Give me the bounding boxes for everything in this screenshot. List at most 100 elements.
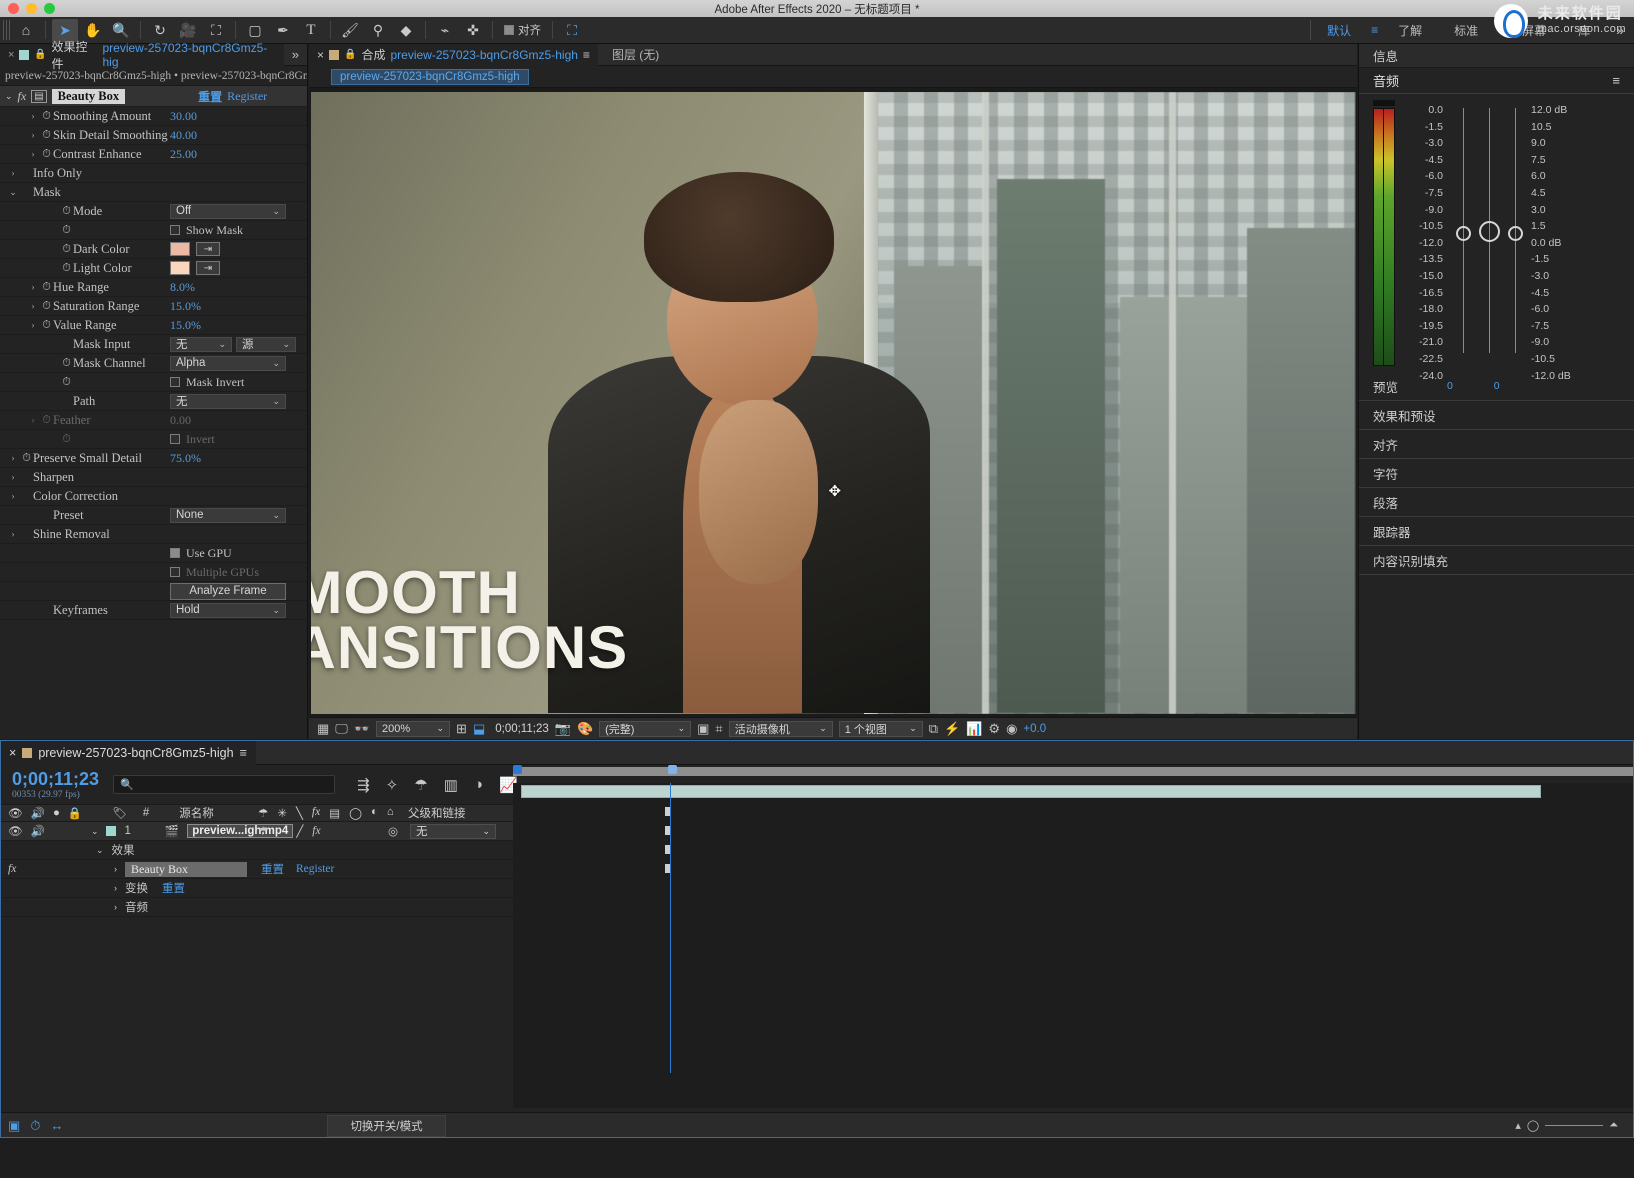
composition-breadcrumb[interactable]: preview-257023-bqnCr8Gmz5-high <box>331 69 529 85</box>
stopwatch-icon[interactable]: ⏱ <box>40 319 53 332</box>
composition-stage[interactable]: ✥ MOOTH ANSITIONS <box>309 88 1357 717</box>
property-value[interactable]: 15.0% <box>170 318 201 333</box>
toggle-switches-modes-icon[interactable]: ▣ <box>8 1118 20 1134</box>
lock-icon[interactable]: 🔒 <box>34 49 46 60</box>
panel-tab-效果和预设[interactable]: 效果和预设 <box>1359 401 1634 430</box>
show-channel-icon[interactable]: 🎨 <box>577 721 593 737</box>
comp-tab-menu-icon[interactable]: ≡ <box>583 48 590 62</box>
checkbox-icon[interactable] <box>170 548 180 558</box>
frame-render-time-icon[interactable]: ⏱ <box>30 1118 40 1134</box>
effect-property-row[interactable]: ›⏱Preserve Small Detail75.0% <box>0 449 307 468</box>
color-swatch[interactable] <box>170 261 190 275</box>
chevron-right-icon[interactable]: › <box>114 883 117 893</box>
property-value[interactable]: 30.00 <box>170 109 197 124</box>
audio-knob-right[interactable] <box>1508 226 1523 241</box>
panel-tab-跟踪器[interactable]: 跟踪器 <box>1359 517 1634 546</box>
checkbox-icon[interactable] <box>170 377 180 387</box>
effect-property-row[interactable]: ⏱ModeOff⌄ <box>0 202 307 221</box>
eraser-tool-icon[interactable]: ◆ <box>393 19 419 42</box>
video-toggle-icon[interactable]: 👁 <box>8 824 23 838</box>
property-group-name[interactable]: Beauty Box <box>125 862 247 877</box>
property-select[interactable]: 无⌄ <box>170 394 286 409</box>
take-snapshot-icon[interactable]: 📷 <box>555 721 571 737</box>
close-icon[interactable]: × <box>317 48 324 62</box>
magnification-select[interactable]: 200% ⌄ <box>376 721 450 737</box>
effect-property-row[interactable]: Path无⌄ <box>0 392 307 411</box>
layer-clip-bar[interactable] <box>521 785 1541 798</box>
audio-level-values[interactable]: 0 0 <box>1447 380 1527 392</box>
tab-info[interactable]: 信息 <box>1359 44 1634 68</box>
workspace-standard[interactable]: 标准 <box>1438 22 1494 39</box>
effect-property-row[interactable]: ›⏱Hue Range8.0% <box>0 278 307 297</box>
stopwatch-icon[interactable]: ⏱ <box>60 243 73 256</box>
anchor-point-icon[interactable]: ✥ <box>829 482 842 500</box>
zoom-slider-knob[interactable]: ◯ <box>1527 1119 1539 1132</box>
property-value[interactable]: 40.00 <box>170 128 197 143</box>
vu-meter-clip-indicator[interactable] <box>1373 100 1395 106</box>
effect-register-link[interactable]: Register <box>227 89 267 104</box>
shape-tool-icon[interactable]: ▢ <box>242 19 268 42</box>
chevron-right-icon[interactable]: › <box>6 472 20 482</box>
eyedropper-icon[interactable]: ⇥ <box>196 261 220 275</box>
exposure-icon[interactable]: ◉ <box>1006 721 1017 737</box>
toggle-guides-icon[interactable]: ⌗ <box>715 721 722 737</box>
chevron-right-icon[interactable]: › <box>6 453 20 463</box>
effect-property-row[interactable]: ›⏱Saturation Range15.0% <box>0 297 307 316</box>
roto-brush-tool-icon[interactable]: ⌁ <box>432 19 458 42</box>
toggle-mask-icon[interactable]: ▣ <box>697 721 709 737</box>
panel-overflow-icon[interactable]: » <box>284 47 307 62</box>
effect-property-row[interactable]: ›⏱Value Range15.0% <box>0 316 307 335</box>
property-value[interactable]: 15.0% <box>170 299 201 314</box>
snapping-checkbox[interactable] <box>504 25 514 35</box>
stopwatch-icon[interactable]: ⏱ <box>60 224 73 237</box>
camera-tool-icon[interactable]: 🎥 <box>175 19 201 42</box>
property-checkbox-row[interactable]: Multiple GPUs <box>170 565 259 580</box>
search-field[interactable] <box>138 779 308 791</box>
work-area-marker[interactable] <box>668 765 677 774</box>
property-checkbox-row[interactable]: Invert <box>170 432 215 447</box>
close-window-button[interactable] <box>8 3 19 14</box>
stopwatch-icon[interactable]: ⏱ <box>40 300 53 313</box>
stopwatch-icon[interactable]: ⏱ <box>40 129 53 142</box>
exposure-value[interactable]: +0.0 <box>1023 723 1046 735</box>
zoom-out-icon[interactable]: ▴ <box>1515 1119 1521 1132</box>
search-input[interactable]: 🔍 <box>113 775 335 794</box>
property-select[interactable]: None⌄ <box>170 508 286 523</box>
minimize-window-button[interactable] <box>26 3 37 14</box>
zoom-tool-icon[interactable]: 🔍 <box>108 19 134 42</box>
effect-property-row[interactable]: ›Shine Removal <box>0 525 307 544</box>
comp-flowchart-icon[interactable]: ⚙ <box>988 721 1000 737</box>
effect-property-row[interactable]: ›⏱Skin Detail Smoothing40.00 <box>0 126 307 145</box>
tab-layer[interactable]: 图层 (无) <box>598 46 673 63</box>
stopwatch-icon[interactable]: ⏱ <box>40 414 53 427</box>
stopwatch-icon[interactable]: ⏱ <box>40 148 53 161</box>
resolution-select[interactable]: (完整) ⌄ <box>599 721 691 737</box>
audio-knob-both[interactable] <box>1479 221 1500 242</box>
zoom-in-icon[interactable]: ⏶ <box>1609 1119 1618 1132</box>
reset-link[interactable]: 重置 <box>261 861 284 877</box>
toggle-transparency-grid-icon[interactable]: ▦ <box>317 721 329 737</box>
chevron-right-icon[interactable]: › <box>26 415 40 425</box>
window-controls[interactable] <box>8 3 55 14</box>
chevron-right-icon[interactable]: › <box>26 130 40 140</box>
close-icon[interactable]: × <box>9 746 16 760</box>
register-link[interactable]: Register <box>296 863 334 875</box>
toggle-view-layout-icon[interactable]: 🖵 <box>335 721 348 737</box>
tab-timeline[interactable]: × preview-257023-bqnCr8Gmz5-high ≡ <box>0 741 256 765</box>
pen-tool-icon[interactable]: ✒ <box>270 19 296 42</box>
effect-property-row[interactable]: ⏱Dark Color⇥ <box>0 240 307 259</box>
property-value[interactable]: 0.00 <box>170 413 191 428</box>
panel-tab-内容识别填充[interactable]: 内容识别填充 <box>1359 546 1634 575</box>
effect-collapse-icon[interactable]: ⌄ <box>5 91 13 102</box>
property-value[interactable]: 75.0% <box>170 451 201 466</box>
chevron-right-icon[interactable]: › <box>26 301 40 311</box>
stopwatch-icon[interactable]: ⏱ <box>40 281 53 294</box>
choose-grid-guide-icon[interactable]: ⊞ <box>456 721 467 737</box>
effect-reset-link[interactable]: 重置 <box>198 88 222 105</box>
effect-property-row[interactable]: ⏱Mask Invert <box>0 373 307 392</box>
effect-property-row[interactable]: ›⏱Smoothing Amount30.00 <box>0 107 307 126</box>
effect-property-row[interactable]: ⌄Mask <box>0 183 307 202</box>
stretch-icon[interactable]: ↔ <box>50 1118 63 1134</box>
expand-layer-icon[interactable]: ⌄ <box>91 826 99 837</box>
type-tool-icon[interactable]: T <box>298 19 324 42</box>
